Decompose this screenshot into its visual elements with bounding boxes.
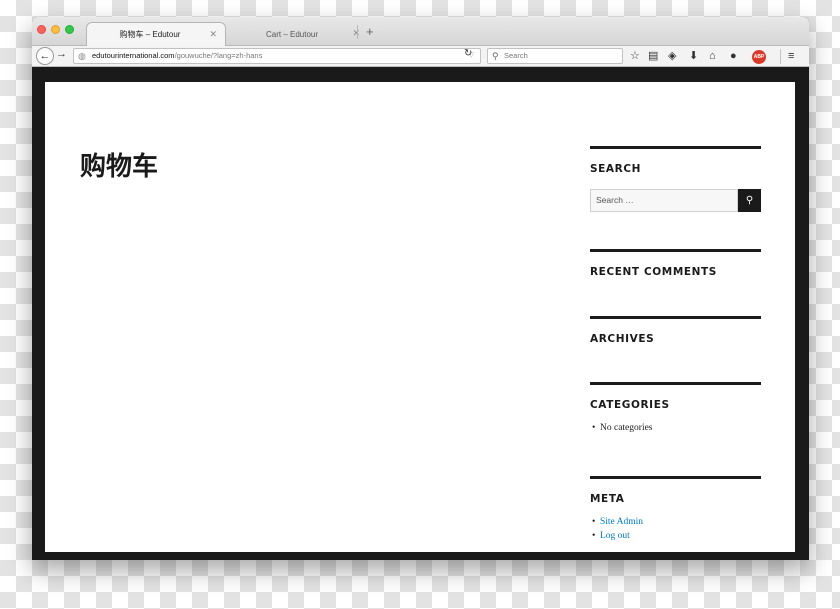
list-item: No categories bbox=[590, 421, 761, 435]
close-icon[interactable]: ✕ bbox=[209, 29, 217, 40]
widget-title: META bbox=[590, 493, 625, 505]
window-maximize-button[interactable] bbox=[65, 25, 74, 34]
recent-comments-widget: RECENT COMMENTS bbox=[590, 249, 761, 278]
list-item: Log out bbox=[590, 529, 761, 543]
pocket-icon[interactable]: ◈ bbox=[668, 49, 676, 63]
tab-divider bbox=[357, 25, 358, 39]
navigation-toolbar: ← → ◍ edutourinternational.com/gouwuche/… bbox=[32, 46, 809, 67]
widget-title: RECENT COMMENTS bbox=[590, 266, 717, 278]
list-item: Site Admin bbox=[590, 515, 761, 529]
url-path: /gouwuche/?lang=zh-hans bbox=[174, 51, 263, 60]
browser-search-input[interactable]: ⚲ Search bbox=[487, 48, 623, 64]
bookmark-star-icon[interactable]: ☆ bbox=[630, 49, 640, 63]
search-form: Search … ⚲ bbox=[590, 189, 761, 212]
widget-title: SEARCH bbox=[590, 163, 642, 175]
search-widget: SEARCH Search … ⚲ bbox=[590, 146, 761, 212]
meta-widget: META Site Admin Log out bbox=[590, 476, 761, 543]
new-tab-button[interactable]: + bbox=[366, 24, 374, 39]
forward-arrow-icon[interactable]: → bbox=[56, 48, 67, 60]
search-icon: ⚲ bbox=[745, 195, 754, 206]
meta-list: Site Admin Log out bbox=[590, 515, 761, 543]
url-bar[interactable]: ◍ edutourinternational.com/gouwuche/?lan… bbox=[73, 48, 481, 64]
tab-title: Cart – Edutour bbox=[265, 29, 319, 39]
categories-list: No categories bbox=[590, 421, 761, 435]
categories-widget: CATEGORIES No categories bbox=[590, 382, 761, 435]
widget-title: CATEGORIES bbox=[590, 399, 670, 411]
search-icon: ⚲ bbox=[492, 51, 499, 61]
search-button[interactable]: ⚲ bbox=[738, 189, 761, 212]
reload-icon[interactable]: ↻ bbox=[464, 48, 472, 59]
url-domain: edutourinternational.com bbox=[92, 51, 175, 60]
window-minimize-button[interactable] bbox=[51, 25, 60, 34]
log-out-link[interactable]: Log out bbox=[600, 531, 630, 541]
tab-cart-en[interactable]: Cart – Edutour ✕ bbox=[228, 22, 368, 46]
browser-window: 购物车 – Edutour ✕ Cart – Edutour ✕ + ← → ◍… bbox=[32, 17, 809, 560]
tab-bar: 购物车 – Edutour ✕ Cart – Edutour ✕ + bbox=[32, 17, 809, 46]
search-input[interactable]: Search … bbox=[590, 189, 738, 212]
download-icon[interactable]: ⬇ bbox=[689, 49, 698, 63]
page-viewport: 购物车 SEARCH Search … ⚲ RECENT COMMENTS AR… bbox=[45, 82, 795, 552]
page-title: 购物车 bbox=[80, 152, 159, 182]
archives-widget: ARCHIVES bbox=[590, 316, 761, 345]
chat-icon[interactable]: ● bbox=[730, 49, 737, 63]
site-admin-link[interactable]: Site Admin bbox=[600, 517, 643, 527]
adblock-icon[interactable]: ABP bbox=[752, 50, 766, 64]
globe-icon: ◍ bbox=[78, 51, 86, 61]
hamburger-menu-icon[interactable]: ≡ bbox=[788, 49, 794, 63]
tab-cart-zh[interactable]: 购物车 – Edutour ✕ bbox=[86, 22, 226, 46]
home-icon[interactable]: ⌂ bbox=[709, 49, 716, 63]
window-close-button[interactable] bbox=[37, 25, 46, 34]
tab-title: 购物车 – Edutour bbox=[119, 30, 181, 39]
back-arrow-icon[interactable]: ← bbox=[36, 47, 54, 65]
search-placeholder: Search bbox=[504, 51, 528, 60]
reading-list-icon[interactable]: ▤ bbox=[648, 49, 658, 63]
toolbar-divider bbox=[780, 49, 781, 64]
widget-title: ARCHIVES bbox=[590, 333, 655, 345]
